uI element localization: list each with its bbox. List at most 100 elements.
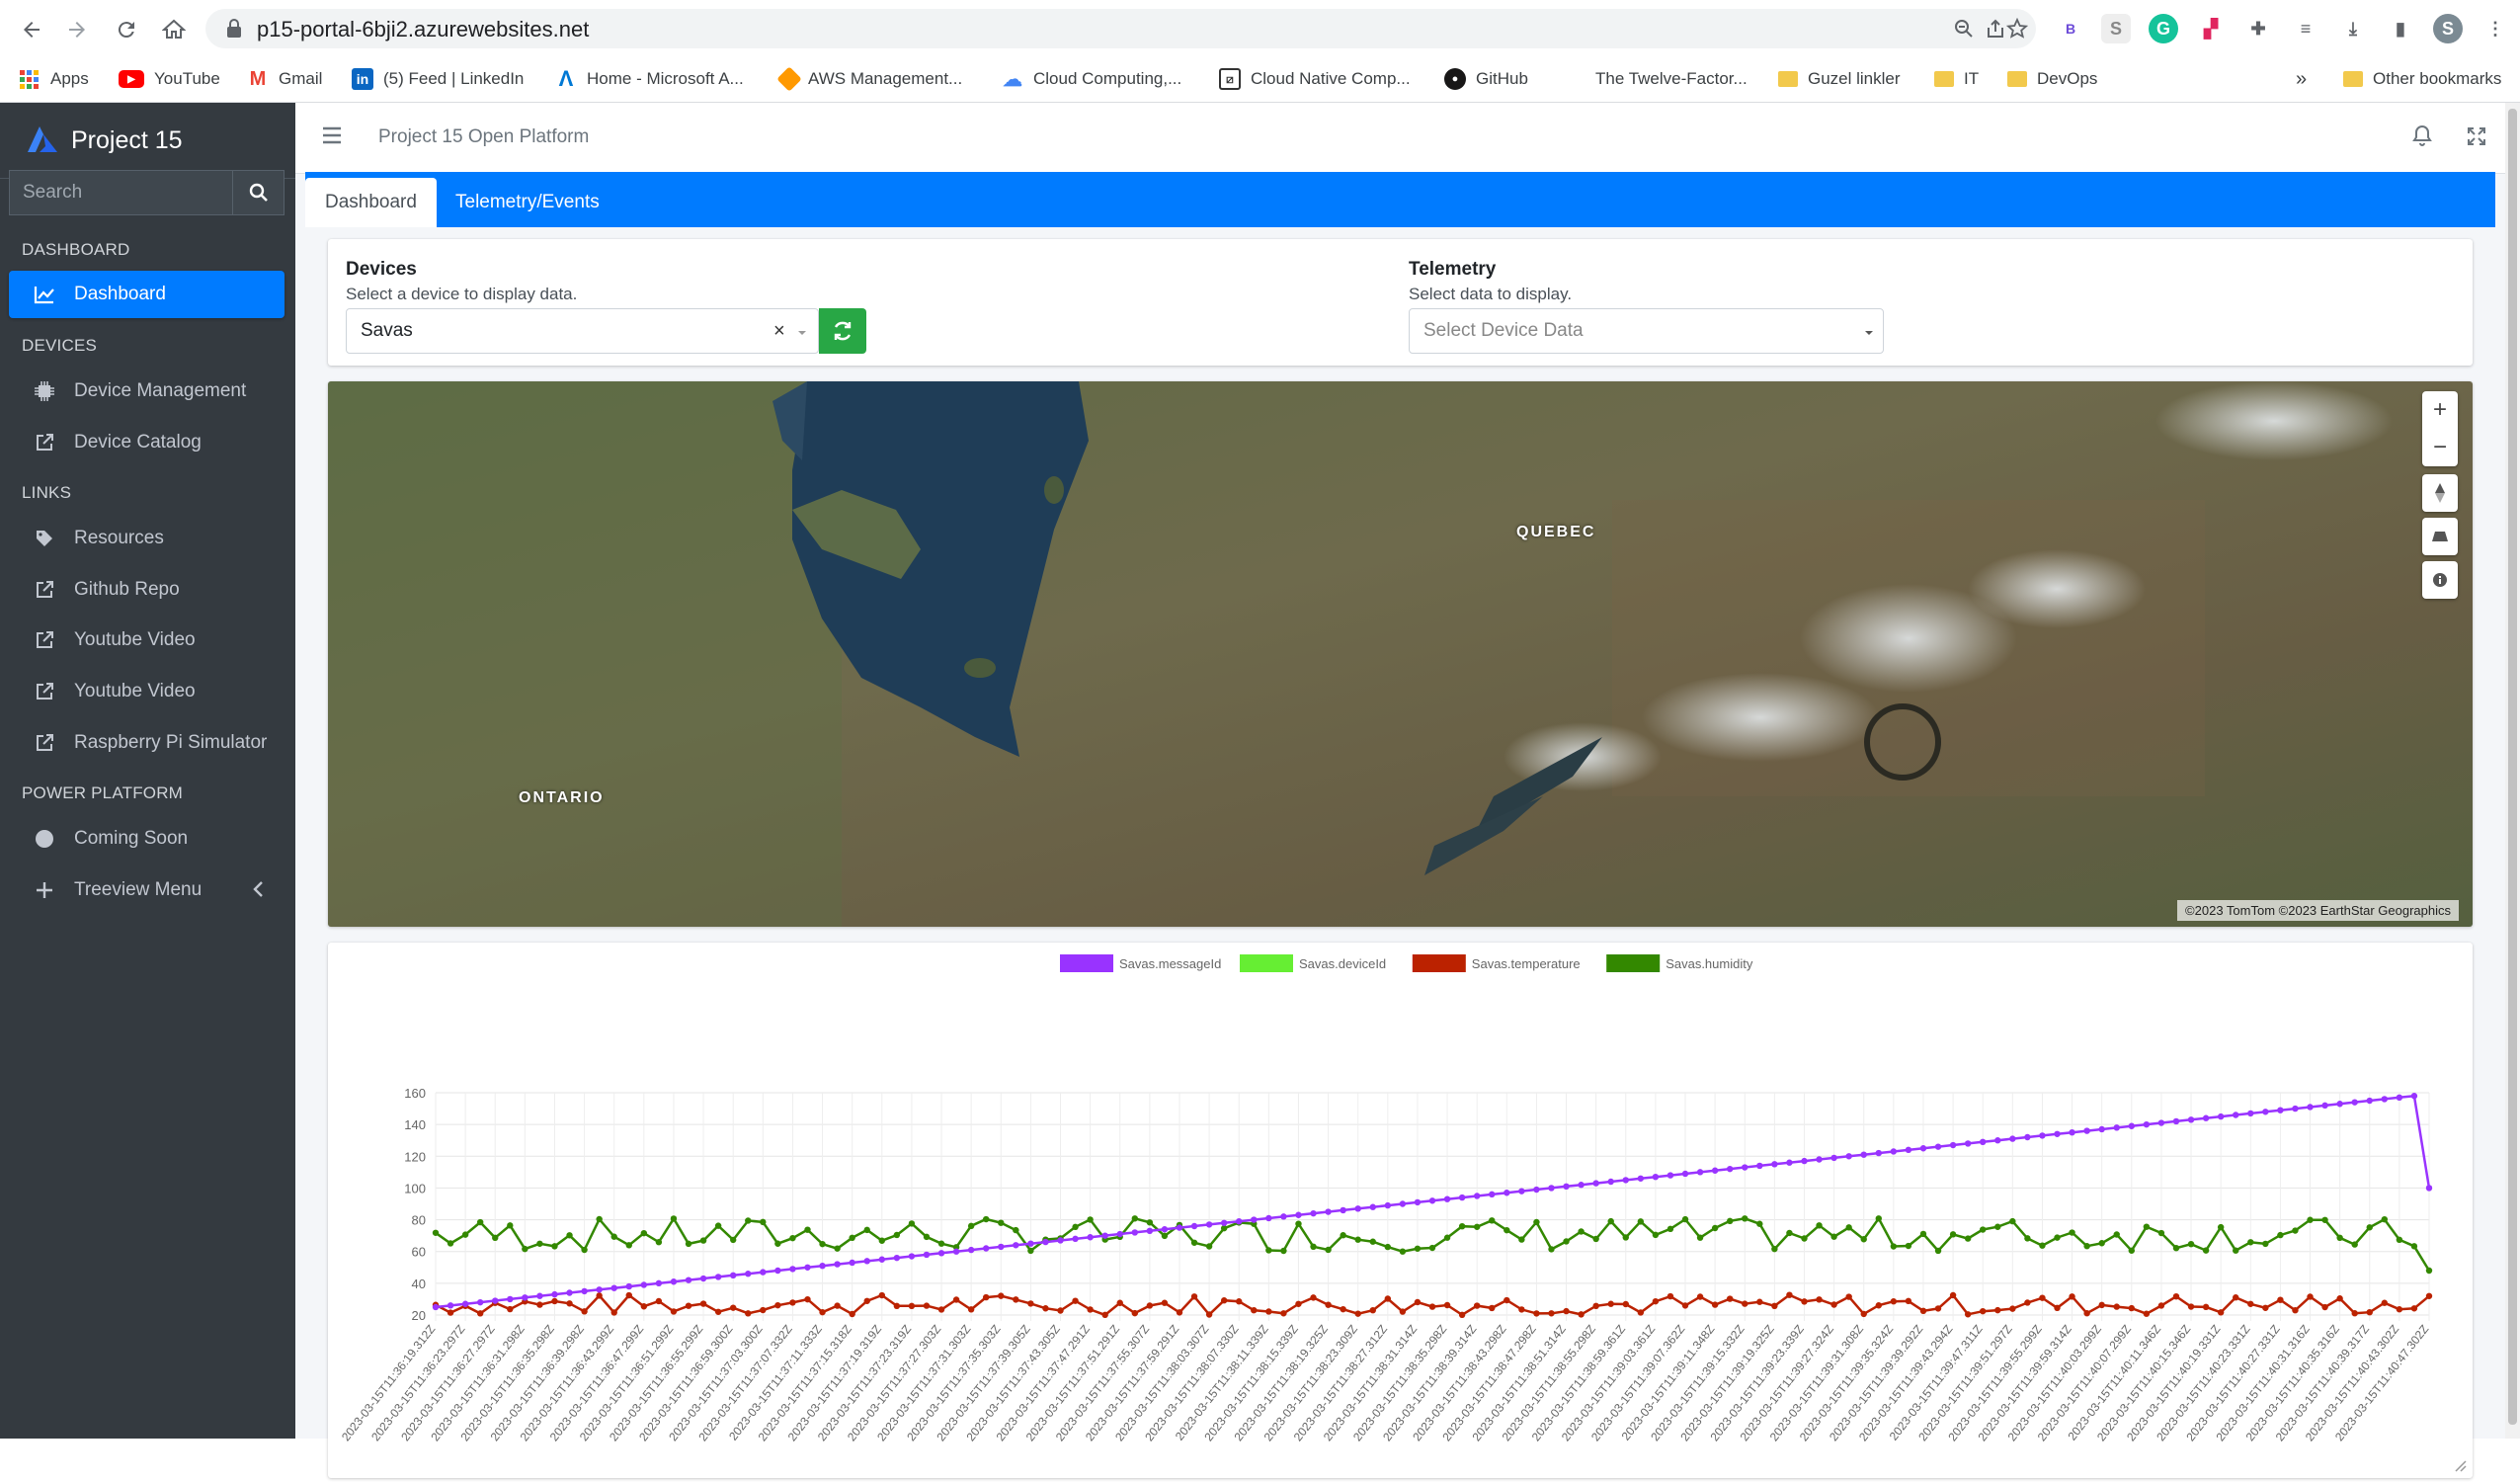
messageid-point [1786,1159,1793,1166]
sidebar: Project 15 DASHBOARD Dashboard DEVICES D… [0,103,295,1439]
other-bookmarks[interactable]: Other bookmarks [2343,65,2501,93]
zoom-out-button[interactable]: − [2422,429,2458,466]
sidebar-item-dashboard[interactable]: Dashboard [9,271,285,318]
temperature-point [774,1301,781,1309]
map-pitch-control[interactable] [2422,518,2458,555]
compass-icon[interactable] [2422,474,2458,512]
bookmark-folder-guzel[interactable]: Guzel linkler [1778,65,1901,93]
bookmark-gcp[interactable]: ☁ Cloud Computing,... [1002,65,1181,93]
chevron-left-icon[interactable] [252,880,264,904]
messageid-point [1637,1175,1645,1182]
bookmark-folder-it[interactable]: IT [1934,65,1979,93]
sidepanel-icon[interactable]: ▮ [2386,14,2415,43]
bookmark-youtube[interactable]: ▶ YouTube [119,65,220,93]
sidebar-item-device-management[interactable]: Device Management [9,368,285,415]
legend-item[interactable]: Savas.humidity [1606,954,1753,972]
grammarly-icon[interactable]: G [2149,14,2178,43]
messageid-point [2069,1128,2075,1136]
temperature-point [1563,1307,1570,1315]
bookmark-cncf[interactable]: ⧄ Cloud Native Comp... [1219,65,1411,93]
humidity-point [1013,1226,1019,1234]
legend-item[interactable]: Savas.deviceId [1240,954,1386,972]
forward-button[interactable] [59,12,95,47]
sidebar-item-github-repo[interactable]: Github Repo [9,566,285,614]
sidebar-item-coming-soon[interactable]: Coming Soon [9,815,285,863]
back-button[interactable] [14,12,49,47]
messageid-point [699,1275,707,1282]
resize-handle-icon[interactable] [2453,1458,2467,1477]
sidebar-item-youtube-video-2[interactable]: Youtube Video [9,668,285,715]
map[interactable]: QUEBEC ONTARIO + − ©2023 TomTom ©2023 Ea… [328,381,2473,927]
folder-icon [1778,71,1798,87]
humidity-point [2277,1231,2284,1239]
sidebar-item-raspberry-pi-simulator[interactable]: Raspberry Pi Simulator [9,719,285,767]
reading-list-icon[interactable]: ≡ [2291,14,2320,43]
menu-kebab-icon[interactable]: ⋮ [2480,14,2510,43]
messageid-point [1504,1190,1510,1196]
temperature-point [1280,1310,1287,1317]
sidebar-item-resources[interactable]: Resources [9,515,285,562]
search-button[interactable] [232,170,285,215]
sidebar-item-device-catalog[interactable]: Device Catalog [9,419,285,466]
bookmark-aws[interactable]: AWS Management... [776,65,962,93]
sidebar-item-treeview-menu[interactable]: Treeview Menu [9,866,285,914]
bookmark-twelve-factor[interactable]: The Twelve-Factor... [1595,65,1748,93]
bookmark-linkedin[interactable]: in (5) Feed | LinkedIn [352,65,524,93]
brand[interactable]: Project 15 [0,103,295,179]
star-icon[interactable] [2003,15,2031,42]
humidity-point [1830,1233,1837,1240]
more-bookmarks-button[interactable]: » [2296,65,2307,93]
humidity-point [789,1234,796,1242]
bookmark-gmail[interactable]: M Gmail [247,65,323,93]
zoom-icon[interactable] [1950,15,1978,42]
fullscreen-icon[interactable] [2467,126,2486,151]
bookmark-azure[interactable]: Λ Home - Microsoft A... [555,65,744,93]
hamburger-menu-icon[interactable] [322,126,342,149]
info-icon[interactable] [2422,561,2458,599]
zoom-in-button[interactable]: + [2422,391,2458,429]
temperature-point [2321,1303,2328,1311]
telemetry-line-chart: 204060801001201401602023-03-15T11:36:19.… [339,954,2433,1443]
puzzle-icon[interactable]: ✚ [2243,14,2273,43]
profile-avatar[interactable]: S [2433,14,2463,43]
bookmark-apps[interactable]: Apps [20,65,89,93]
download-icon[interactable]: ⤓ [2338,14,2368,43]
address-bar[interactable]: p15-portal-6bji2.azurewebsites.net [205,9,2036,48]
humidity-point [834,1245,841,1252]
home-button[interactable] [156,12,192,47]
temperature-point [1251,1306,1258,1314]
pitch-icon[interactable] [2422,518,2458,555]
bell-icon[interactable] [2412,124,2432,151]
y-tick-label: 120 [404,1149,426,1164]
messageid-point [952,1248,960,1255]
reload-button[interactable] [109,12,144,47]
refresh-button[interactable] [819,308,866,354]
humidity-line [435,1215,2431,1272]
page-scrollbar-thumb[interactable] [2508,109,2517,1425]
telemetry-select[interactable]: Select Device Data [1409,308,1884,354]
clear-selection-icon[interactable]: × [773,320,785,343]
gmail-icon: M [249,67,267,90]
bookmark-github[interactable]: ● GitHub [1444,65,1528,93]
temperature-point [685,1302,692,1309]
device-select[interactable]: Savas × [346,308,819,354]
legend-item[interactable]: Savas.messageId [1060,954,1221,972]
search-input[interactable] [9,170,232,215]
messageid-point [1205,1221,1213,1228]
humidity-point [1161,1232,1169,1240]
humidity-point [1816,1222,1823,1229]
extension-b-icon[interactable]: B [2056,14,2085,43]
messageid-point [1027,1240,1034,1247]
tab-dashboard[interactable]: Dashboard [305,178,437,227]
messageid-point [1919,1145,1927,1152]
extension-s-icon[interactable]: S [2101,14,2131,43]
legend-item[interactable]: Savas.temperature [1412,954,1581,972]
map-compass-control[interactable] [2422,474,2458,512]
bookmark-folder-devops[interactable]: DevOps [2007,65,2097,93]
map-style-control[interactable] [2422,561,2458,599]
extension-grid-icon[interactable]: ▞ [2196,14,2226,43]
tab-telemetry-events[interactable]: Telemetry/Events [436,178,619,227]
humidity-point [2321,1216,2328,1223]
temperature-point [1236,1298,1243,1305]
sidebar-item-youtube-video-1[interactable]: Youtube Video [9,617,285,664]
